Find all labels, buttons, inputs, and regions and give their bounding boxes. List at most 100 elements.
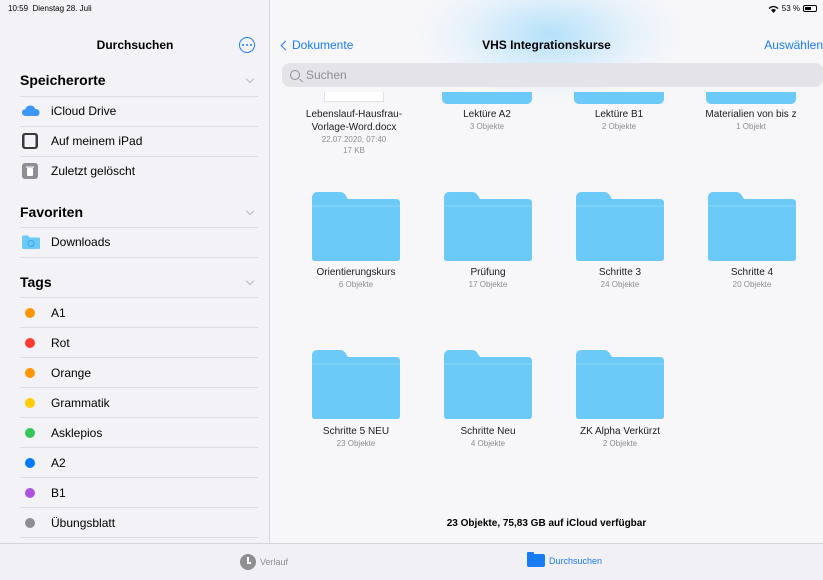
search-icon	[290, 70, 300, 80]
favorites-header[interactable]: Favoriten	[20, 204, 83, 220]
sidebar-item-recently-deleted[interactable]: Zuletzt gelöscht	[20, 156, 258, 186]
folder-item-pruefung[interactable]: Prüfung 17 Objekte	[428, 266, 548, 290]
folder-name: ZK Alpha Verkürzt	[579, 426, 661, 437]
tag-dot-icon	[25, 518, 35, 528]
battery-icon	[803, 5, 817, 12]
page-title: VHS Integrationskurse	[482, 38, 611, 52]
folder-item-lektuere-a2[interactable]: Lektüre A2 3 Objekte	[427, 108, 547, 132]
more-options-button[interactable]	[239, 37, 255, 53]
tag-item-a1[interactable]: A1	[20, 298, 258, 328]
tag-dot-icon	[25, 428, 35, 438]
tag-item-b1[interactable]: B1	[20, 478, 258, 508]
folder-icon[interactable]	[310, 190, 402, 262]
folder-count: 1 Objekt	[736, 122, 766, 131]
tab-bar: Verlauf Durchsuchen	[0, 543, 823, 580]
tag-dot-icon	[25, 308, 35, 318]
sidebar-item-on-my-ipad[interactable]: Auf meinem iPad	[20, 126, 258, 156]
folder-name: Prüfung	[470, 267, 506, 278]
file-item-lebenslauf[interactable]: Lebenslauf-Hausfrau-Vorlage-Word.docx 22…	[294, 108, 414, 156]
folder-count: 2 Objekte	[601, 122, 637, 131]
folder-icon	[527, 552, 545, 567]
tag-item-uebungsblatt[interactable]: Übungsblatt	[20, 508, 258, 538]
tag-dot-icon	[25, 458, 35, 468]
folder-count: 24 Objekte	[600, 280, 640, 289]
tag-item-grammatik[interactable]: Grammatik	[20, 388, 258, 418]
tab-label: Durchsuchen	[549, 555, 603, 566]
tag-dot-icon	[25, 398, 35, 408]
folder-icon[interactable]	[574, 190, 666, 262]
tag-dot-icon	[25, 488, 35, 498]
storage-info: 23 Objekte, 75,83 GB auf iCloud verfügba…	[446, 518, 647, 529]
folder-name: Materialien von bis z	[705, 109, 797, 120]
folder-count: 2 Objekte	[602, 439, 638, 448]
tag-label: Übungsblatt	[51, 516, 116, 530]
sidebar-item-label: iCloud Drive	[51, 104, 117, 118]
tag-dot-icon	[25, 338, 35, 348]
chevron-down-icon[interactable]	[245, 74, 255, 84]
clock-icon	[240, 554, 256, 570]
tag-label: A1	[51, 306, 66, 320]
folder-name: Schritte 3	[598, 267, 642, 278]
chevron-down-icon[interactable]	[245, 206, 255, 216]
folder-count: 6 Objekte	[338, 280, 374, 289]
tab-browse[interactable]: Durchsuchen	[527, 552, 603, 567]
status-date: Dienstag 28. Juli	[32, 4, 92, 13]
folder-name: Schritte 5 NEU	[322, 426, 390, 437]
folder-item-schritte-5-neu[interactable]: Schritte 5 NEU 23 Objekte	[296, 425, 416, 449]
tag-label: B1	[51, 486, 66, 500]
select-button[interactable]: Auswählen	[764, 38, 823, 52]
folder-icon[interactable]	[574, 92, 664, 104]
tag-label: Asklepios	[51, 426, 103, 440]
file-date: 22.07.2020, 07:40	[321, 135, 387, 144]
sidebar-item-label: Zuletzt gelöscht	[51, 164, 136, 178]
tag-label: A2	[51, 456, 66, 470]
divider	[20, 257, 258, 258]
sidebar-item-icloud-drive[interactable]: iCloud Drive	[20, 96, 258, 126]
folder-icon[interactable]	[574, 348, 666, 420]
tab-recents[interactable]: Verlauf	[240, 554, 288, 570]
folder-icon[interactable]	[310, 348, 402, 420]
folder-count: 3 Objekte	[469, 122, 505, 131]
folder-icon[interactable]	[706, 92, 796, 104]
battery-percent: 53 %	[781, 4, 800, 13]
file-name: Lebenslauf-Hausfrau-Vorlage-Word.docx	[305, 109, 403, 133]
divider	[20, 537, 258, 538]
folder-item-lektuere-b1[interactable]: Lektüre B1 2 Objekte	[559, 108, 679, 132]
downloads-folder-icon	[22, 235, 40, 249]
locations-header[interactable]: Speicherorte	[20, 72, 106, 88]
folder-item-schritte-4[interactable]: Schritte 4 20 Objekte	[692, 266, 812, 290]
tag-item-orange[interactable]: Orange	[20, 358, 258, 388]
tag-label: Orange	[51, 366, 92, 380]
status-time-date: 10:59 Dienstag 28. Juli	[8, 4, 92, 13]
folder-count: 17 Objekte	[468, 280, 508, 289]
document-thumbnail[interactable]	[324, 92, 384, 102]
folder-icon[interactable]	[706, 190, 798, 262]
folder-count: 20 Objekte	[732, 280, 772, 289]
folder-count: 23 Objekte	[336, 439, 376, 448]
folder-icon[interactable]	[442, 190, 534, 262]
sidebar: 10:59 Dienstag 28. Juli Durchsuchen Spei…	[0, 0, 270, 543]
icloud-icon	[22, 105, 40, 116]
folder-item-schritte-3[interactable]: Schritte 3 24 Objekte	[560, 266, 680, 290]
folder-icon[interactable]	[442, 348, 534, 420]
sidebar-item-downloads[interactable]: Downloads	[20, 227, 258, 257]
tags-header[interactable]: Tags	[20, 274, 52, 290]
ipad-icon	[22, 133, 38, 149]
folder-item-schritte-neu[interactable]: Schritte Neu 4 Objekte	[428, 425, 548, 449]
tag-dot-icon	[25, 368, 35, 378]
chevron-down-icon[interactable]	[245, 276, 255, 286]
wifi-icon	[768, 5, 779, 13]
search-field[interactable]: Suchen	[282, 63, 823, 87]
file-browser: 53 % Dokumente VHS Integrationskurse Aus…	[270, 0, 823, 543]
folder-item-materialien[interactable]: Materialien von bis z 1 Objekt	[691, 108, 811, 132]
folder-name: Lektüre B1	[594, 109, 644, 120]
sidebar-item-label: Downloads	[51, 235, 111, 249]
folder-item-orientierungskurs[interactable]: Orientierungskurs 6 Objekte	[296, 266, 416, 290]
folder-item-zk-alpha[interactable]: ZK Alpha Verkürzt 2 Objekte	[560, 425, 680, 449]
search-placeholder: Suchen	[306, 68, 347, 82]
tag-item-a2[interactable]: A2	[20, 448, 258, 478]
tag-item-rot[interactable]: Rot	[20, 328, 258, 358]
tag-item-asklepios[interactable]: Asklepios	[20, 418, 258, 448]
status-right: 53 %	[768, 4, 817, 13]
folder-icon[interactable]	[442, 92, 532, 104]
